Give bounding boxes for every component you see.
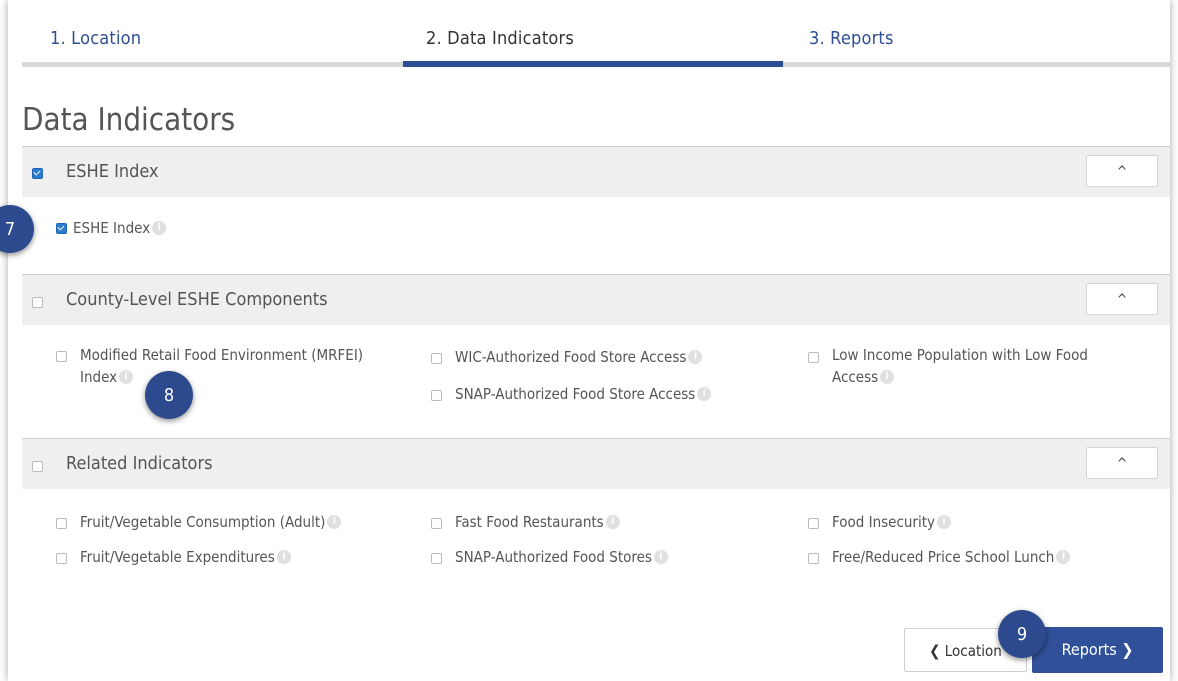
info-icon[interactable] <box>880 370 895 384</box>
section-checkbox-related[interactable] <box>32 461 43 472</box>
section-header-eshe-index[interactable]: ESHE Index ^ <box>22 146 1170 197</box>
chevron-up-icon: ^ <box>1116 456 1128 472</box>
section-header-related[interactable]: Related Indicators ^ <box>22 438 1170 489</box>
checkbox-fv-consumption[interactable] <box>56 518 67 529</box>
tab-underline-location <box>22 62 403 67</box>
indicator-snap-access[interactable]: SNAP-Authorized Food Store Access <box>455 383 712 405</box>
page-title: Data Indicators <box>22 102 236 138</box>
checkbox-snap-stores[interactable] <box>431 553 442 564</box>
chevron-up-icon: ^ <box>1116 164 1128 180</box>
info-icon[interactable] <box>119 370 134 384</box>
checkbox-food-insecurity[interactable] <box>808 518 819 529</box>
chevron-right-icon: ❯ <box>1121 640 1134 659</box>
indicator-food-insecurity[interactable]: Food Insecurity <box>832 511 952 533</box>
checkbox-fv-expenditures[interactable] <box>56 553 67 564</box>
next-reports-button[interactable]: Reports ❯ <box>1032 627 1163 673</box>
tab-underline-reports <box>783 62 1170 67</box>
collapse-button[interactable]: ^ <box>1086 155 1158 187</box>
indicator-fv-consumption[interactable]: Fruit/Vegetable Consumption (Adult) <box>80 511 342 533</box>
collapse-button[interactable]: ^ <box>1086 447 1158 479</box>
collapse-button[interactable]: ^ <box>1086 283 1158 315</box>
indicator-mrfei[interactable]: Modified Retail Food Environment (MRFEI)… <box>80 344 363 388</box>
info-icon[interactable] <box>152 221 167 235</box>
info-icon[interactable] <box>937 515 952 529</box>
checkbox-fast-food[interactable] <box>431 518 442 529</box>
chevron-up-icon: ^ <box>1116 292 1128 308</box>
chevron-left-icon: ❮ <box>929 642 941 660</box>
wizard-panel: 1. Location 2. Data Indicators 3. Report… <box>8 0 1170 681</box>
info-icon[interactable] <box>697 387 712 401</box>
checkbox-mrfei[interactable] <box>56 351 67 362</box>
checkbox-snap-access[interactable] <box>431 390 442 401</box>
checkbox-wic-access[interactable] <box>431 353 442 364</box>
info-icon[interactable] <box>605 515 620 529</box>
indicator-fv-expenditures[interactable]: Fruit/Vegetable Expenditures <box>80 546 291 568</box>
section-header-county-level[interactable]: County-Level ESHE Components ^ <box>22 274 1170 325</box>
info-icon[interactable] <box>688 350 703 364</box>
info-icon[interactable] <box>653 550 668 564</box>
tab-location[interactable]: 1. Location <box>50 28 141 49</box>
tab-data-indicators[interactable]: 2. Data Indicators <box>426 28 574 49</box>
indicator-fast-food[interactable]: Fast Food Restaurants <box>455 511 620 533</box>
checkbox-low-income-access[interactable] <box>808 352 819 363</box>
section-title: Related Indicators <box>66 453 213 474</box>
step-badge-8: 8 <box>145 371 193 419</box>
checkbox-eshe-index[interactable] <box>56 223 67 234</box>
info-icon[interactable] <box>276 550 291 564</box>
section-checkbox-eshe-index[interactable] <box>32 168 43 179</box>
info-icon[interactable] <box>1056 550 1071 564</box>
section-title: ESHE Index <box>66 161 159 182</box>
tab-underline-active <box>403 61 783 67</box>
tab-reports[interactable]: 3. Reports <box>809 28 894 49</box>
indicator-snap-stores[interactable]: SNAP-Authorized Food Stores <box>455 546 668 568</box>
indicator-wic-access[interactable]: WIC-Authorized Food Store Access <box>455 346 703 368</box>
info-icon[interactable] <box>327 515 342 529</box>
indicator-eshe-index[interactable]: ESHE Index <box>73 217 167 239</box>
indicator-school-lunch[interactable]: Free/Reduced Price School Lunch <box>832 546 1071 568</box>
checkbox-school-lunch[interactable] <box>808 553 819 564</box>
step-badge-9: 9 <box>998 610 1046 658</box>
section-checkbox-county-level[interactable] <box>32 297 43 308</box>
indicator-low-income-access[interactable]: Low Income Population with Low Food Acce… <box>832 344 1088 388</box>
section-title: County-Level ESHE Components <box>66 289 328 310</box>
